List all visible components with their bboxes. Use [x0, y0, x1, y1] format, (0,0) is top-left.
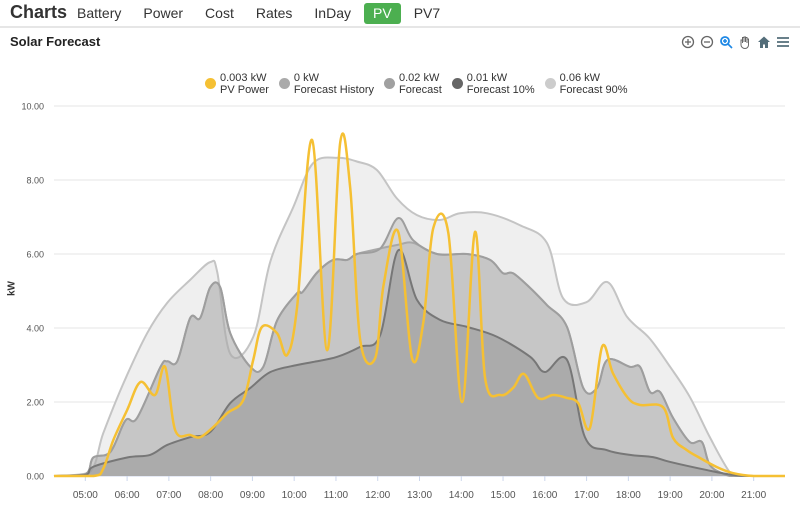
x-tick-label: 07:00 [156, 490, 181, 501]
y-tick-label: 4.00 [26, 324, 44, 334]
x-tick-label: 10:00 [282, 490, 307, 501]
x-tick-label: 20:00 [699, 490, 724, 501]
x-tick-label: 16:00 [532, 490, 557, 501]
chart-plot[interactable]: 0.00 2.00 4.00 6.00 8.00 10.00 05:00 06:00 07:00… [0, 0, 800, 513]
x-tick-label: 06:00 [115, 490, 140, 501]
y-tick-label: 10.00 [21, 102, 44, 112]
x-tick-label: 15:00 [491, 490, 516, 501]
x-tick-label: 18:00 [616, 490, 641, 501]
y-tick-label: 6.00 [26, 250, 44, 260]
y-tick-label: 2.00 [26, 398, 44, 408]
x-tick-label: 09:00 [240, 490, 265, 501]
x-tick-label: 19:00 [658, 490, 683, 501]
x-tick-label: 14:00 [449, 490, 474, 501]
x-tick-label: 11:00 [324, 490, 349, 501]
x-tick-label: 17:00 [574, 490, 599, 501]
x-tick-label: 21:00 [741, 490, 766, 501]
x-tick-label: 08:00 [198, 490, 223, 501]
y-tick-label: 0.00 [26, 472, 44, 482]
x-tick-label: 13:00 [407, 490, 432, 501]
x-tick-label: 12:00 [365, 490, 390, 501]
y-tick-label: 8.00 [26, 176, 44, 186]
x-tick-label: 05:00 [73, 490, 98, 501]
